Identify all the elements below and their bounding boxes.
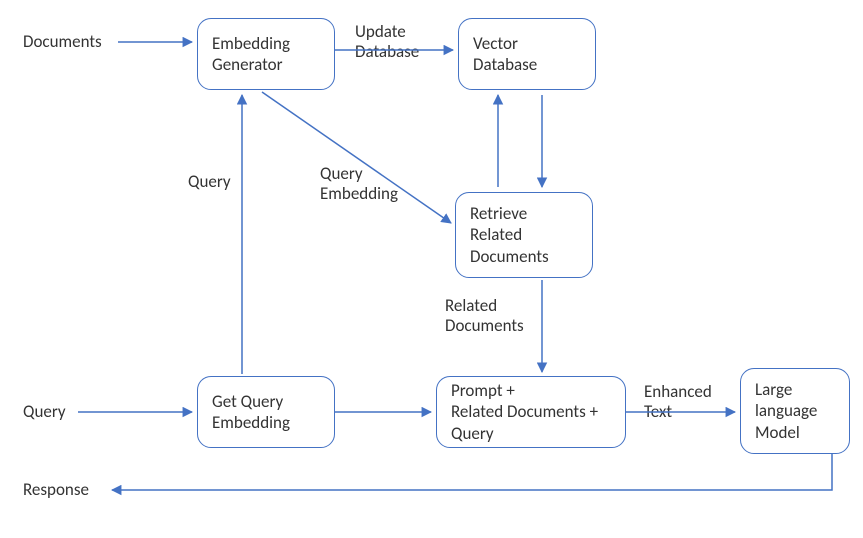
edge-label-enhanced-text: EnhancedText	[644, 382, 712, 423]
output-response: Response	[23, 480, 89, 500]
edge-label-update-database: UpdateDatabase	[355, 22, 419, 63]
node-label: VectorDatabase	[473, 33, 581, 76]
node-label: Prompt +Related Documents +Query	[451, 380, 611, 444]
node-label: EmbeddingGenerator	[212, 33, 320, 76]
node-vector-database: VectorDatabase	[458, 18, 596, 90]
node-get-query-embedding: Get QueryEmbedding	[197, 376, 335, 448]
arrow-llm-to-response	[112, 454, 832, 490]
input-documents: Documents	[23, 32, 102, 52]
node-embedding-generator: EmbeddingGenerator	[197, 18, 335, 90]
arrows-layer	[0, 0, 863, 538]
input-query: Query	[23, 402, 66, 422]
edge-label-related-documents: RelatedDocuments	[445, 296, 524, 337]
node-llm: LargelanguageModel	[740, 368, 850, 454]
edge-label-query-embedding: QueryEmbedding	[320, 164, 398, 205]
node-label: Get QueryEmbedding	[212, 391, 320, 434]
node-prompt: Prompt +Related Documents +Query	[436, 376, 626, 448]
edge-label-query: Query	[188, 172, 231, 192]
node-label: RetrieveRelatedDocuments	[470, 203, 578, 267]
node-label: LargelanguageModel	[755, 379, 835, 443]
node-retrieve-related: RetrieveRelatedDocuments	[455, 192, 593, 278]
